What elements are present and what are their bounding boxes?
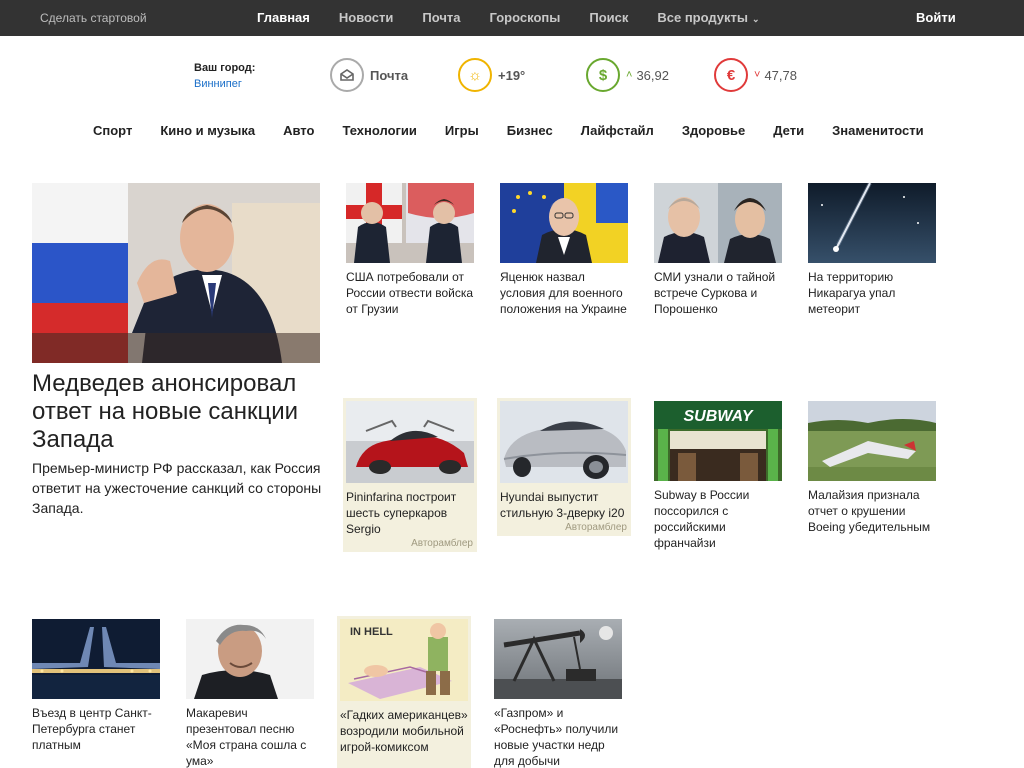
dollar-icon: $ <box>586 58 620 92</box>
top-bar: Сделать стартовой Главная Новости Почта … <box>0 0 1024 36</box>
category-celebrities[interactable]: Знаменитости <box>832 123 923 138</box>
news-caption[interactable]: Subway в России поссорился с российскими… <box>654 487 784 551</box>
eur-widget[interactable]: € ˅ 47,78 <box>714 57 797 93</box>
arrow-down-icon: ˅ <box>754 69 761 81</box>
promo-source[interactable]: Авторамблер <box>411 538 473 549</box>
news-image[interactable]: IN HELL <box>340 619 468 701</box>
nav-horoscopes[interactable]: Гороскопы <box>490 10 561 25</box>
news-card[interactable]: SUBWAY Subway в России поссорился с росс… <box>654 401 784 551</box>
login-button[interactable]: Войти <box>916 10 956 25</box>
main-story-title[interactable]: Медведев анонсировал ответ на новые санк… <box>32 370 322 454</box>
nav-all-products-label: Все продукты <box>657 10 748 25</box>
nav-mail[interactable]: Почта <box>422 10 460 25</box>
category-kids[interactable]: Дети <box>773 123 804 138</box>
news-caption[interactable]: «Гадких американцев» возродили мобильной… <box>340 707 468 755</box>
news-caption[interactable]: Малайзия признала отчет о крушении Boein… <box>808 487 938 535</box>
city-link[interactable]: Виннипег <box>194 78 255 90</box>
news-card[interactable]: США потребовали от России отвести войска… <box>346 183 476 317</box>
news-image[interactable] <box>808 183 936 263</box>
category-lifestyle[interactable]: Лайфстайл <box>581 123 654 138</box>
promo-caption[interactable]: Hyundai выпустит стильную 3-дверку i20 <box>500 489 628 521</box>
sun-icon: ☼ <box>458 58 492 92</box>
news-caption[interactable]: Макаревич презентовал песню «Моя страна … <box>186 705 316 768</box>
nav-all-products[interactable]: Все продукты ⌄ <box>657 10 759 25</box>
category-sport[interactable]: Спорт <box>93 123 132 138</box>
category-games[interactable]: Игры <box>445 123 479 138</box>
news-image[interactable] <box>654 183 782 263</box>
news-card[interactable]: «Газпром» и «Роснефть» получили новые уч… <box>494 619 624 768</box>
usd-value: 36,92 <box>636 67 669 83</box>
news-image[interactable] <box>186 619 314 699</box>
category-health[interactable]: Здоровье <box>682 123 745 138</box>
news-caption[interactable]: СМИ узнали о тайной встрече Суркова и По… <box>654 269 784 317</box>
news-card[interactable]: Въезд в центр Санкт-Петербурга станет пл… <box>32 619 162 753</box>
category-business[interactable]: Бизнес <box>507 123 553 138</box>
news-image[interactable] <box>808 401 936 481</box>
euro-icon: € <box>714 58 748 92</box>
news-card[interactable]: На территорию Никарагуа упал метеорит <box>808 183 938 317</box>
news-caption[interactable]: США потребовали от России отвести войска… <box>346 269 476 317</box>
main-story-lead: Премьер-министр РФ рассказал, как Россия… <box>32 460 322 516</box>
comic-text: IN HELL <box>350 626 393 638</box>
news-caption[interactable]: «Газпром» и «Роснефть» получили новые уч… <box>494 705 624 768</box>
promo-card[interactable]: Hyundai выпустит стильную 3-дверку i20 А… <box>497 398 631 536</box>
city-label: Ваш город: <box>194 62 256 74</box>
news-image[interactable] <box>32 619 160 699</box>
news-card[interactable]: IN HELL «Гадких американцев» возродили м… <box>337 616 471 768</box>
promo-caption[interactable]: Pininfarina построит шесть суперкаров Se… <box>346 489 474 537</box>
news-caption[interactable]: На территорию Никарагуа упал метеорит <box>808 269 938 317</box>
category-nav: Спорт Кино и музыка Авто Технологии Игры… <box>93 123 952 138</box>
news-card[interactable]: СМИ узнали о тайной встрече Суркова и По… <box>654 183 784 317</box>
nav-main[interactable]: Главная <box>257 10 310 25</box>
news-card[interactable]: Яценюк назвал условия для военного полож… <box>500 183 630 317</box>
weather-widget[interactable]: ☼ +19° <box>458 57 525 93</box>
news-image[interactable]: SUBWAY <box>654 401 782 481</box>
promo-image[interactable] <box>346 401 474 483</box>
category-movies-music[interactable]: Кино и музыка <box>160 123 255 138</box>
make-start-page-link[interactable]: Сделать стартовой <box>40 11 147 25</box>
mail-label: Почта <box>370 67 409 83</box>
news-caption[interactable]: Яценюк назвал условия для военного полож… <box>500 269 630 317</box>
promo-card[interactable]: Pininfarina построит шесть суперкаров Se… <box>343 398 477 552</box>
category-auto[interactable]: Авто <box>283 123 314 138</box>
top-nav: Главная Новости Почта Гороскопы Поиск Вс… <box>257 10 789 25</box>
nav-news[interactable]: Новости <box>339 10 394 25</box>
news-image[interactable] <box>494 619 622 699</box>
news-card[interactable]: Макаревич презентовал песню «Моя страна … <box>186 619 316 768</box>
city-widget: Ваш город: Виннипег <box>194 62 255 90</box>
chevron-down-icon: ⌄ <box>752 14 760 24</box>
nav-search[interactable]: Поиск <box>589 10 628 25</box>
news-image[interactable] <box>346 183 474 263</box>
main-story-image[interactable] <box>32 183 320 363</box>
news-card[interactable]: Малайзия признала отчет о крушении Boein… <box>808 401 938 535</box>
mail-widget[interactable]: Почта <box>330 57 408 93</box>
mail-icon <box>330 58 364 92</box>
news-caption[interactable]: Въезд в центр Санкт-Петербурга станет пл… <box>32 705 162 753</box>
arrow-up-icon: ˄ <box>626 69 633 81</box>
subway-logo-text: SUBWAY <box>683 408 753 425</box>
weather-value: +19° <box>498 67 526 83</box>
eur-value: 47,78 <box>764 67 797 83</box>
promo-image[interactable] <box>500 401 628 483</box>
category-tech[interactable]: Технологии <box>342 123 416 138</box>
news-image[interactable] <box>500 183 628 263</box>
promo-source[interactable]: Авторамблер <box>565 522 627 533</box>
usd-widget[interactable]: $ ˄ 36,92 <box>586 57 669 93</box>
